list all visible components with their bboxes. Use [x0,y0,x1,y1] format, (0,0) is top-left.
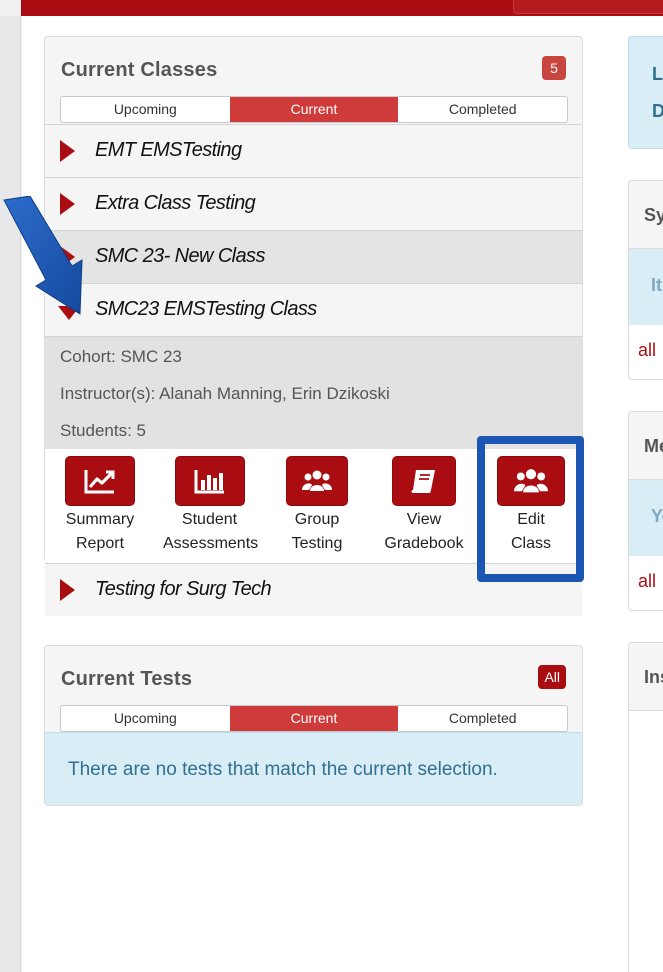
right-panel-2: Me Yo all [628,411,663,611]
info-text: D [652,101,663,121]
class-details: Cohort: SMC 23 Instructor(s): Alanah Man… [45,336,582,449]
segment-completed[interactable]: Completed [398,706,567,731]
class-filter-segmented: Upcoming Current Completed [60,96,568,123]
button-label[interactable]: View Gradebook [381,508,467,556]
view-gradebook-button[interactable]: View Gradebook [381,456,467,556]
class-name[interactable]: Extra Class Testing [95,192,256,215]
panel-header: Ins [629,643,663,711]
class-name[interactable]: SMC 23- New Class [95,245,265,268]
class-name[interactable]: SMC23 EMSTesting Class [95,298,317,321]
current-tests-panel: Current Tests All Upcoming Current Compl… [44,645,583,806]
book-icon[interactable] [392,456,456,506]
class-name[interactable]: Testing for Surg Tech [95,578,272,601]
segment-upcoming[interactable]: Upcoming [61,706,230,731]
left-gutter [0,16,21,972]
class-row[interactable]: Extra Class Testing [45,177,582,230]
caret-right-icon[interactable] [60,140,75,162]
class-row[interactable]: SMC 23- New Class [45,230,582,283]
info-text: L [652,64,663,84]
panel-header: Sy [629,181,663,249]
nav-tab[interactable] [513,0,663,14]
segment-upcoming[interactable]: Upcoming [61,97,230,122]
button-label[interactable]: Summary Report [65,508,135,556]
bar-chart-icon[interactable] [174,456,245,506]
segment-current[interactable]: Current [229,706,399,731]
panel-subheader: Yo [629,480,663,556]
page: Current Classes 5 Upcoming Current Compl… [0,0,663,972]
instructors-text: Instructor(s): Alanah Manning, Erin Dzik… [60,384,390,403]
summary-report-button[interactable]: Summary Report [65,456,135,556]
segment-completed[interactable]: Completed [398,97,567,122]
class-name[interactable]: EMT EMSTesting [95,139,242,162]
test-filter-segmented: Upcoming Current Completed [60,705,568,732]
caret-right-icon[interactable] [60,579,75,601]
view-all-link[interactable]: all [629,556,663,610]
view-all-link[interactable]: all [629,325,663,379]
class-row-expanded[interactable]: SMC23 EMSTesting Class [45,283,582,336]
info-alert: L D [628,36,663,149]
panel-title: Current Classes [61,59,218,81]
button-label[interactable]: Student Assessments [163,508,258,556]
segment-current[interactable]: Current [229,97,399,122]
class-row[interactable]: EMT EMSTesting [45,124,582,177]
group-testing-button[interactable]: Group Testing [280,456,354,556]
right-panel-1: Sy It all [628,180,663,380]
students-text: Students: 5 [60,421,147,440]
pointer-arrow-icon [3,196,83,315]
student-assessments-button[interactable]: Student Assessments [163,456,258,556]
top-nav-bar [21,0,663,16]
button-label[interactable]: Group Testing [280,508,354,556]
cohort-text: Cohort: SMC 23 [60,347,182,366]
edit-class-highlight-box [477,436,584,582]
users-icon[interactable] [286,456,348,506]
panel-subheader: It [629,249,663,325]
all-tests-badge[interactable]: All [538,665,566,689]
line-chart-icon[interactable] [65,456,135,506]
class-count-badge: 5 [542,56,566,80]
right-panel-3: Ins [628,642,663,972]
empty-tests-message: There are no tests that match the curren… [45,732,582,805]
panel-header: Me [629,412,663,480]
panel-title: Current Tests [61,668,193,690]
